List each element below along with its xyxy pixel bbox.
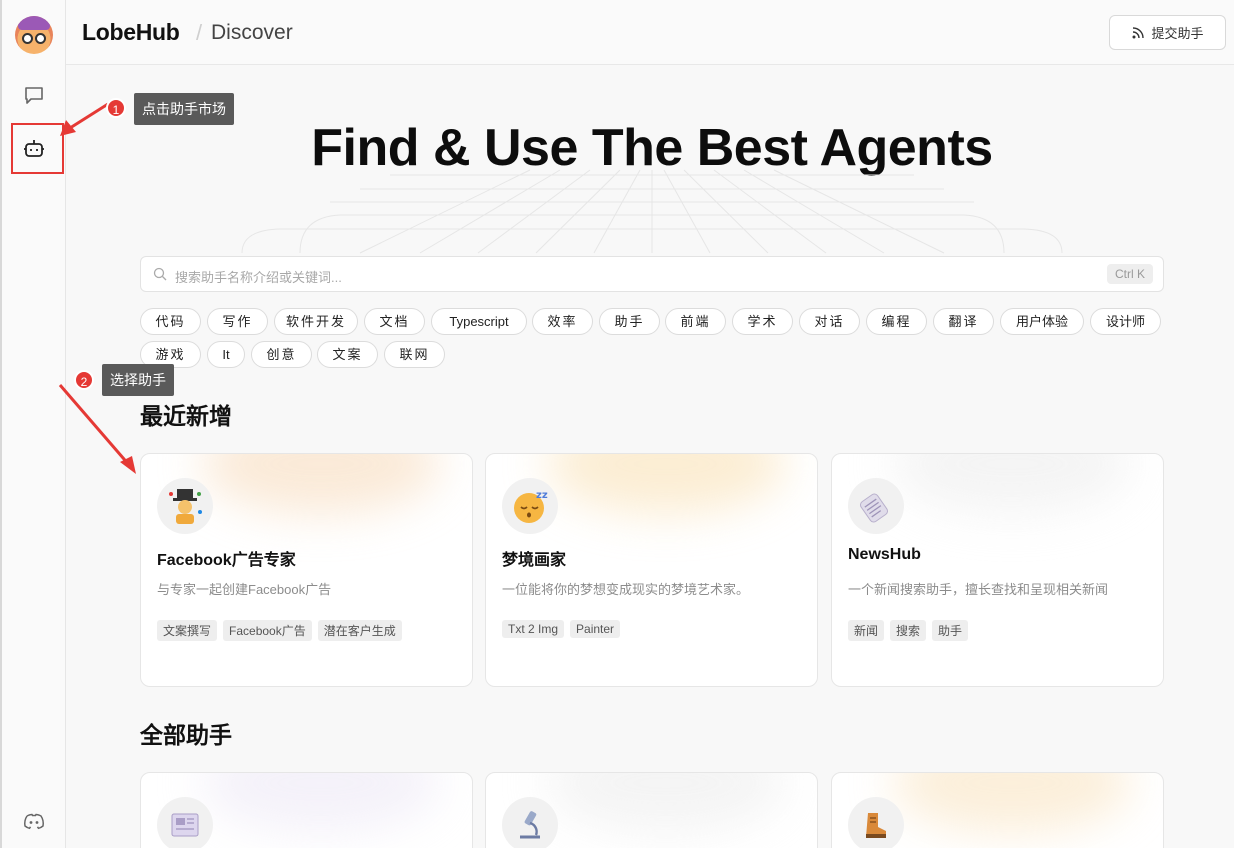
annotation-step-1: 1	[106, 98, 126, 118]
annotation-arrows	[58, 102, 136, 474]
annotation-label-1: 点击助手市场	[134, 93, 234, 125]
annotation-step-2: 2	[74, 370, 94, 390]
annotation-label-2: 选择助手	[102, 364, 174, 396]
